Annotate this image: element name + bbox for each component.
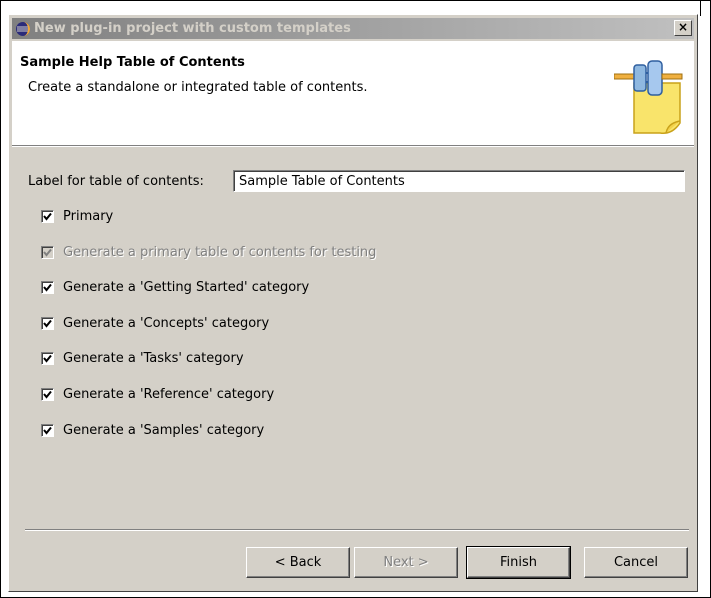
toc-label: Label for table of contents: bbox=[28, 174, 204, 189]
checkbox-primary[interactable]: Primary bbox=[41, 207, 113, 225]
checkmark-icon bbox=[43, 426, 52, 435]
checkbox-samples[interactable]: Generate a 'Samples' category bbox=[41, 421, 264, 439]
checkbox-box[interactable] bbox=[41, 316, 54, 330]
next-button-label: Next > bbox=[383, 555, 429, 570]
wizard-banner: Sample Help Table of Contents Create a s… bbox=[12, 41, 694, 146]
title-bar[interactable]: New plug-in project with custom template… bbox=[12, 18, 694, 39]
wizard-dialog: New plug-in project with custom template… bbox=[8, 14, 698, 592]
checkmark-icon bbox=[43, 212, 52, 221]
toc-label-input[interactable] bbox=[233, 170, 685, 192]
checkbox-box[interactable] bbox=[41, 351, 54, 365]
toc-label-row: Label for table of contents: bbox=[28, 170, 685, 194]
page-description: Create a standalone or integrated table … bbox=[28, 80, 368, 95]
close-icon: × bbox=[677, 20, 689, 34]
window-title: New plug-in project with custom template… bbox=[34, 21, 351, 36]
banner-divider bbox=[12, 146, 694, 147]
checkmark-icon bbox=[43, 248, 52, 257]
checkbox-box[interactable] bbox=[41, 387, 54, 401]
checkbox-label: Generate a 'Concepts' category bbox=[63, 315, 270, 331]
footer-separator bbox=[25, 529, 689, 531]
checkbox-box[interactable] bbox=[41, 280, 54, 294]
cancel-button[interactable]: Cancel bbox=[584, 547, 688, 578]
checkbox-tasks[interactable]: Generate a 'Tasks' category bbox=[41, 349, 244, 367]
checkbox-label: Primary bbox=[63, 208, 114, 224]
checkbox-box[interactable] bbox=[41, 209, 54, 223]
cancel-button-label: Cancel bbox=[613, 555, 659, 570]
checkbox-box bbox=[41, 245, 54, 259]
checkbox-label: Generate a 'Reference' category bbox=[63, 386, 275, 402]
checkbox-box[interactable] bbox=[41, 423, 54, 437]
checkbox-label: Generate a 'Getting Started' category bbox=[63, 279, 310, 295]
background-window-edge bbox=[700, 0, 709, 16]
checkmark-icon bbox=[43, 390, 52, 399]
back-button[interactable]: < Back bbox=[246, 547, 350, 578]
checkbox-label: Generate a primary table of contents for… bbox=[63, 244, 377, 260]
checkmark-icon bbox=[43, 319, 52, 328]
checkbox-primary-testing: Generate a primary table of contents for… bbox=[41, 243, 376, 261]
close-button[interactable]: × bbox=[674, 20, 692, 36]
checkbox-concepts[interactable]: Generate a 'Concepts' category bbox=[41, 314, 269, 332]
checkbox-reference[interactable]: Generate a 'Reference' category bbox=[41, 385, 274, 403]
checkbox-label: Generate a 'Tasks' category bbox=[63, 350, 244, 366]
page-title: Sample Help Table of Contents bbox=[20, 55, 245, 70]
next-button: Next > bbox=[354, 547, 458, 578]
eclipse-icon bbox=[15, 21, 31, 37]
finish-button-label: Finish bbox=[499, 555, 537, 570]
plug-in-wizard-icon bbox=[614, 60, 683, 135]
back-button-label: < Back bbox=[274, 555, 322, 570]
checkbox-label: Generate a 'Samples' category bbox=[63, 422, 265, 438]
checkmark-icon bbox=[43, 283, 52, 292]
checkbox-getting-started[interactable]: Generate a 'Getting Started' category bbox=[41, 278, 309, 296]
checkmark-icon bbox=[43, 354, 52, 363]
finish-button[interactable]: Finish bbox=[466, 546, 571, 579]
